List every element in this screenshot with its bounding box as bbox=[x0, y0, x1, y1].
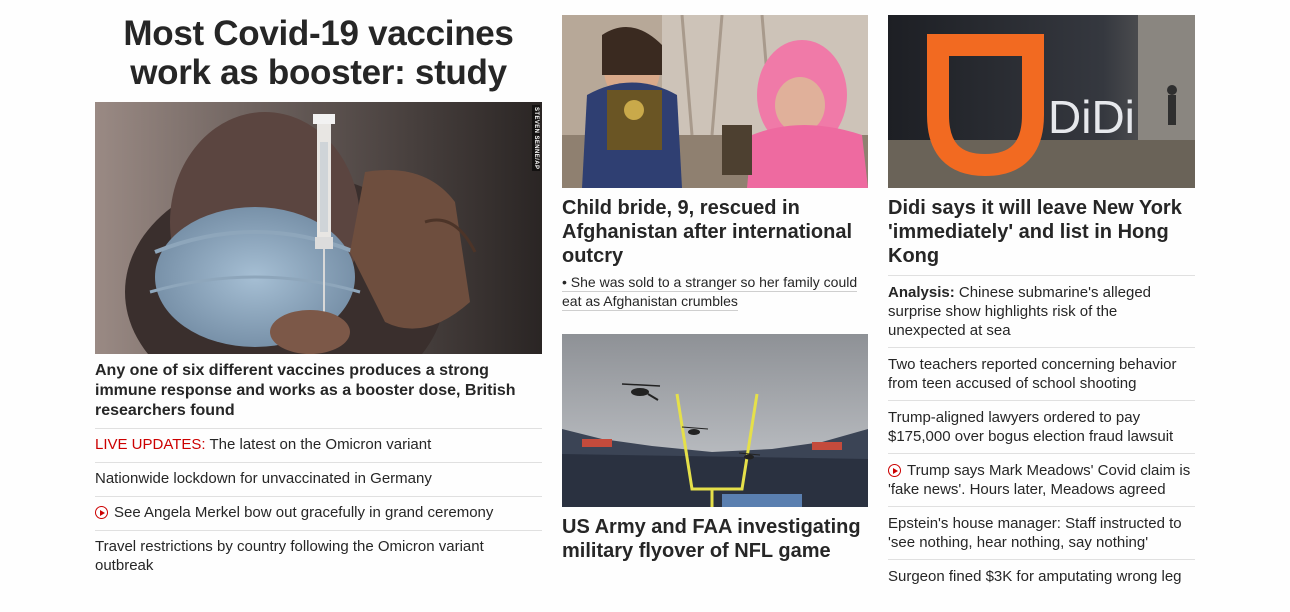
list-item[interactable]: Surgeon fined $3K for amputating wrong l… bbox=[888, 559, 1195, 593]
play-icon bbox=[888, 464, 901, 477]
photo-credit: STEVEN SENNE/AP bbox=[532, 105, 540, 172]
nfl-flyover-card: US Army and FAA investigating military f… bbox=[562, 334, 868, 563]
link-text: Two teachers reported concerning behavio… bbox=[888, 356, 1177, 392]
link-text: Travel restrictions by country following… bbox=[95, 538, 484, 574]
link-text: Nationwide lockdown for unvaccinated in … bbox=[95, 470, 432, 487]
didi-headline[interactable]: Didi says it will leave New York 'immedi… bbox=[888, 196, 1195, 268]
play-icon bbox=[95, 506, 108, 519]
child-bride-photo-illustration bbox=[562, 15, 868, 188]
live-updates-label: LIVE UPDATES: bbox=[95, 436, 206, 453]
lead-headline[interactable]: Most Covid-19 vaccines work as booster: … bbox=[95, 14, 542, 92]
link-text: See Angela Merkel bow out gracefully in … bbox=[114, 504, 494, 521]
bullet-text: • She was sold to a stranger so her fami… bbox=[562, 274, 858, 311]
vaccine-photo-illustration bbox=[95, 102, 542, 354]
list-item[interactable]: See Angela Merkel bow out gracefully in … bbox=[95, 496, 542, 530]
list-item[interactable]: Epstein's house manager: Staff instructe… bbox=[888, 506, 1195, 559]
link-text: Trump says Mark Meadows' Covid claim is … bbox=[888, 462, 1191, 498]
list-item[interactable]: LIVE UPDATES: The latest on the Omicron … bbox=[95, 428, 542, 462]
link-text: Epstein's house manager: Staff instructe… bbox=[888, 515, 1182, 551]
lead-description[interactable]: Any one of six different vaccines produc… bbox=[95, 361, 542, 421]
link-text: The latest on the Omicron variant bbox=[205, 436, 432, 453]
more-headlines: Analysis: Chinese submarine's alleged su… bbox=[888, 275, 1195, 593]
right-column: DiDi Didi says it will leave New York 'i… bbox=[888, 15, 1195, 593]
middle-column: Child bride, 9, rescued in Afghanistan a… bbox=[562, 15, 868, 563]
list-item[interactable]: Trump says Mark Meadows' Covid claim is … bbox=[888, 453, 1195, 506]
analysis-label: Analysis: bbox=[888, 284, 955, 301]
vaccine-photo[interactable]: STEVEN SENNE/AP bbox=[95, 102, 542, 354]
list-item[interactable]: Two teachers reported concerning behavio… bbox=[888, 347, 1195, 400]
link-text: Trump-aligned lawyers ordered to pay $17… bbox=[888, 409, 1174, 445]
didi-logo-text: DiDi bbox=[1048, 91, 1135, 143]
child-bride-headline[interactable]: Child bride, 9, rescued in Afghanistan a… bbox=[562, 196, 868, 268]
nfl-flyover-photo[interactable] bbox=[562, 334, 868, 507]
list-item[interactable]: Analysis: Chinese submarine's alleged su… bbox=[888, 275, 1195, 347]
didi-photo[interactable]: DiDi bbox=[888, 15, 1195, 188]
link-text: Surgeon fined $3K for amputating wrong l… bbox=[888, 568, 1182, 585]
list-item[interactable]: Travel restrictions by country following… bbox=[95, 530, 542, 583]
list-item[interactable]: Trump-aligned lawyers ordered to pay $17… bbox=[888, 400, 1195, 453]
child-bride-bullet[interactable]: • She was sold to a stranger so her fami… bbox=[562, 273, 868, 311]
child-bride-photo[interactable] bbox=[562, 15, 868, 188]
nfl-flyover-headline[interactable]: US Army and FAA investigating military f… bbox=[562, 515, 868, 563]
didi-photo-illustration: DiDi bbox=[888, 15, 1195, 188]
lead-story: Most Covid-19 vaccines work as booster: … bbox=[95, 14, 542, 583]
nfl-flyover-photo-illustration bbox=[562, 334, 868, 507]
related-links: LIVE UPDATES: The latest on the Omicron … bbox=[95, 428, 542, 583]
list-item[interactable]: Nationwide lockdown for unvaccinated in … bbox=[95, 462, 542, 496]
